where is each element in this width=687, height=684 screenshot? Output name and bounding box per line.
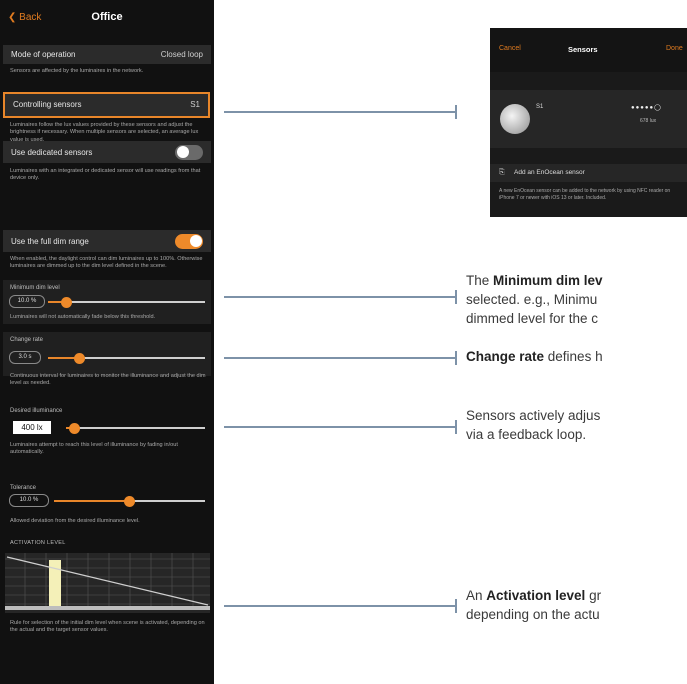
activation-label: ACTIVATION LEVEL [10,540,66,546]
mode-note: Sensors are affected by the luminaires i… [10,68,144,74]
desired-value[interactable]: 400 lx [13,421,51,434]
slider-thumb[interactable] [68,422,80,434]
full-dim-range-row: Use the full dim range [3,230,211,252]
connector-tick [455,599,457,613]
sensors-note: A new EnOcean sensor can be added to the… [499,188,671,201]
navigation-bar: ❮ Back Office [0,0,214,40]
add-sensor-label: Add an EnOcean sensor [514,169,585,176]
min-dim-description-line2: selected. e.g., Minimu [466,292,598,307]
min-dim-description-bold: Minimum dim lev [493,273,603,288]
add-sensor-row[interactable]: ⎘ Add an EnOcean sensor [490,164,687,182]
tolerance-slider[interactable] [54,495,205,507]
sensors-description: Sensors actively adjus via a feedback lo… [466,406,600,444]
controlling-label: Controlling sensors [13,100,82,109]
connector-tick [455,420,457,434]
slider-thumb[interactable] [73,352,85,364]
activation-note: Rule for selection of the initial dim le… [10,620,205,634]
sensors-navigation-bar: Cancel Sensors Done [490,28,687,72]
sensor-avatar [500,104,530,134]
fullrange-toggle[interactable] [175,233,203,249]
fullrange-label: Use the full dim range [11,237,89,246]
slider-thumb[interactable] [124,495,135,507]
change-rate-note: Continuous interval for luminaires to mo… [10,373,206,387]
connector-line [224,605,457,607]
connector-line [224,111,457,113]
sensor-lux: 678 lux [640,118,657,124]
change-rate-description-rest: defines h [544,349,603,364]
tolerance-value: 10.0 % [9,494,49,507]
min-dim-label: Minimum dim level [10,285,60,291]
nfc-icon: ⎘ [499,169,505,176]
dedicated-note: Luminaires with an integrated or dedicat… [10,168,201,182]
controlling-value: S1 [190,100,200,109]
desired-slider[interactable] [66,422,205,434]
dedicated-sensors-row: Use dedicated sensors [3,141,211,163]
connector-tick [455,290,457,304]
cancel-button[interactable]: Cancel [499,45,521,52]
slider-thumb[interactable] [61,296,73,308]
activation-level-chart[interactable] [5,553,210,613]
sensor-name: S1 [536,104,544,110]
toggle-knob [189,235,202,247]
mode-label: Mode of operation [11,50,76,59]
dedicated-toggle[interactable] [175,144,203,160]
signal-strength: ●●●●●◯ [631,105,662,111]
sensor-row[interactable]: S1 ●●●●●◯ 678 lux [490,90,687,148]
connector-line [224,357,457,359]
change-rate-value: 3.0 s [9,351,41,364]
mode-value: Closed loop [160,50,203,59]
toggle-knob [176,146,189,158]
connector-line [224,296,457,298]
connector-tick [455,351,457,365]
min-dim-description-line3: dimmed level for the c [466,311,599,326]
activation-description-line2: depending on the actu [466,607,600,622]
connector-line [224,426,457,428]
desired-label: Desired illuminance [10,408,63,414]
activation-description-bold: Activation level [486,588,586,603]
sensors-title: Sensors [568,45,598,54]
activation-description: An Activation level gr depending on the … [466,586,601,624]
settings-panel: ❮ Back Office Mode of operation Closed l… [0,0,214,684]
mode-of-operation-row[interactable]: Mode of operation Closed loop [3,45,211,64]
tolerance-note: Allowed deviation from the desired illum… [10,518,140,524]
change-rate-label: Change rate [10,337,44,343]
done-button[interactable]: Done [666,45,683,52]
slider-fill [54,500,130,502]
sensors-panel: Cancel Sensors Done S1 ●●●●●◯ 678 lux ⎘ … [490,28,687,217]
tolerance-label: Tolerance [10,485,37,491]
min-dim-slider[interactable] [48,296,205,308]
dedicated-label: Use dedicated sensors [11,148,93,157]
min-dim-value: 10.0 % [9,295,45,308]
page-title: Office [91,11,123,23]
connector-tick [455,105,457,119]
controlling-sensors-row[interactable]: Controlling sensors S1 [3,92,210,118]
activation-description-pre: An [466,588,487,603]
change-rate-slider[interactable] [48,352,205,364]
desired-note: Luminaires attempt to reach this level o… [10,442,178,456]
min-dim-note: Luminaires will not automatically fade b… [10,314,156,320]
min-dim-description: The Minimum dim lev selected. e.g., Mini… [466,273,603,326]
sensors-description-line2: via a feedback loop. [466,427,587,442]
change-rate-description: Change rate defines h [466,347,603,366]
fullrange-note: When enabled, the daylight control can d… [10,256,203,270]
change-rate-description-bold: Change rate [466,349,545,364]
activation-description-rest: gr [585,588,602,603]
sensors-description-line1: Sensors actively adjus [466,408,601,423]
